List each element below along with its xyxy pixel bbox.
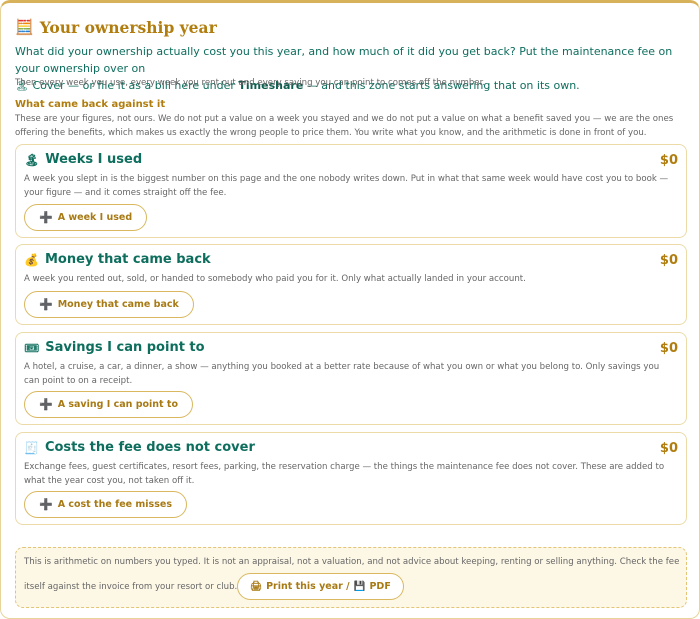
floppy-disk-icon: 💾 [353, 581, 366, 592]
plus-icon: ➕ [39, 298, 53, 311]
disclaimer-text: This is arithmetic on numbers you typed.… [24, 557, 680, 567]
card-title: 🧾 Costs the fee does not cover [24, 440, 255, 455]
section-description: These are your figures, not ours. We do … [15, 114, 674, 138]
button-label: A cost the fee misses [57, 499, 172, 510]
card-title-text: Weeks I used [45, 152, 143, 167]
page-title-text: Your ownership year [39, 18, 217, 37]
card-title: 💰 Money that came back [24, 252, 211, 267]
lead-text-1: What did your ownership actually cost yo… [15, 45, 673, 75]
card-money-came-back: 💰 Money that came back $0 A week you ren… [15, 244, 687, 325]
page-title: 🧮 Your ownership year [15, 18, 217, 37]
button-label: A week I used [57, 212, 133, 223]
money-bag-icon: 💰 [24, 252, 39, 267]
add-cost-button[interactable]: ➕ A cost the fee misses [24, 491, 187, 518]
plus-icon: ➕ [39, 398, 53, 411]
card-description: A hotel, a cruise, a car, a dinner, a sh… [24, 362, 660, 386]
abacus-icon: 🧮 [15, 18, 34, 36]
card-title: 🎟 Savings I can point to [24, 340, 205, 355]
card-weeks-used: 🏝 Weeks I used $0 A week you slept in is… [15, 144, 687, 238]
button-label: Money that came back [57, 299, 179, 310]
lead-subtext: Then every week you use, every week you … [15, 78, 486, 88]
disclaimer-text-2: itself against the invoice from your res… [24, 582, 238, 592]
card-title: 🏝 Weeks I used [24, 152, 142, 167]
section-heading: What came back against it [15, 99, 166, 110]
card-title-text: Money that came back [44, 252, 211, 267]
ownership-year-panel: 🧮 Your ownership year What did your owne… [0, 0, 700, 619]
printer-icon: 🖨 [250, 581, 263, 592]
plus-icon: ➕ [39, 498, 53, 511]
card-amount: $0 [659, 341, 678, 356]
card-description: Exchange fees, guest certificates, resor… [24, 462, 665, 486]
card-amount: $0 [659, 153, 678, 168]
add-money-back-button[interactable]: ➕ Money that came back [24, 291, 194, 318]
card-amount: $0 [659, 441, 678, 456]
island-icon: 🏝 [24, 152, 40, 167]
card-title-text: Costs the fee does not cover [44, 440, 255, 455]
card-amount: $0 [659, 253, 678, 268]
card-savings: 🎟 Savings I can point to $0 A hotel, a c… [15, 332, 687, 425]
print-label: Print this year / [266, 581, 350, 592]
card-description: A week you rented out, sold, or handed t… [24, 274, 526, 284]
pdf-label: PDF [369, 581, 391, 592]
card-description: A week you slept in is the biggest numbe… [24, 174, 669, 198]
card-title-text: Savings I can point to [45, 340, 205, 355]
add-saving-button[interactable]: ➕ A saving I can point to [24, 391, 193, 418]
ticket-icon: 🎟 [24, 340, 40, 355]
add-week-used-button[interactable]: ➕ A week I used [24, 204, 148, 231]
receipt-icon: 🧾 [24, 440, 39, 455]
button-label: A saving I can point to [57, 399, 178, 410]
disclaimer-box: This is arithmetic on numbers you typed.… [15, 547, 687, 608]
card-costs-not-covered: 🧾 Costs the fee does not cover $0 Exchan… [15, 432, 687, 525]
print-pdf-button[interactable]: 🖨 Print this year / 💾 PDF [237, 573, 404, 600]
plus-icon: ➕ [39, 211, 53, 224]
